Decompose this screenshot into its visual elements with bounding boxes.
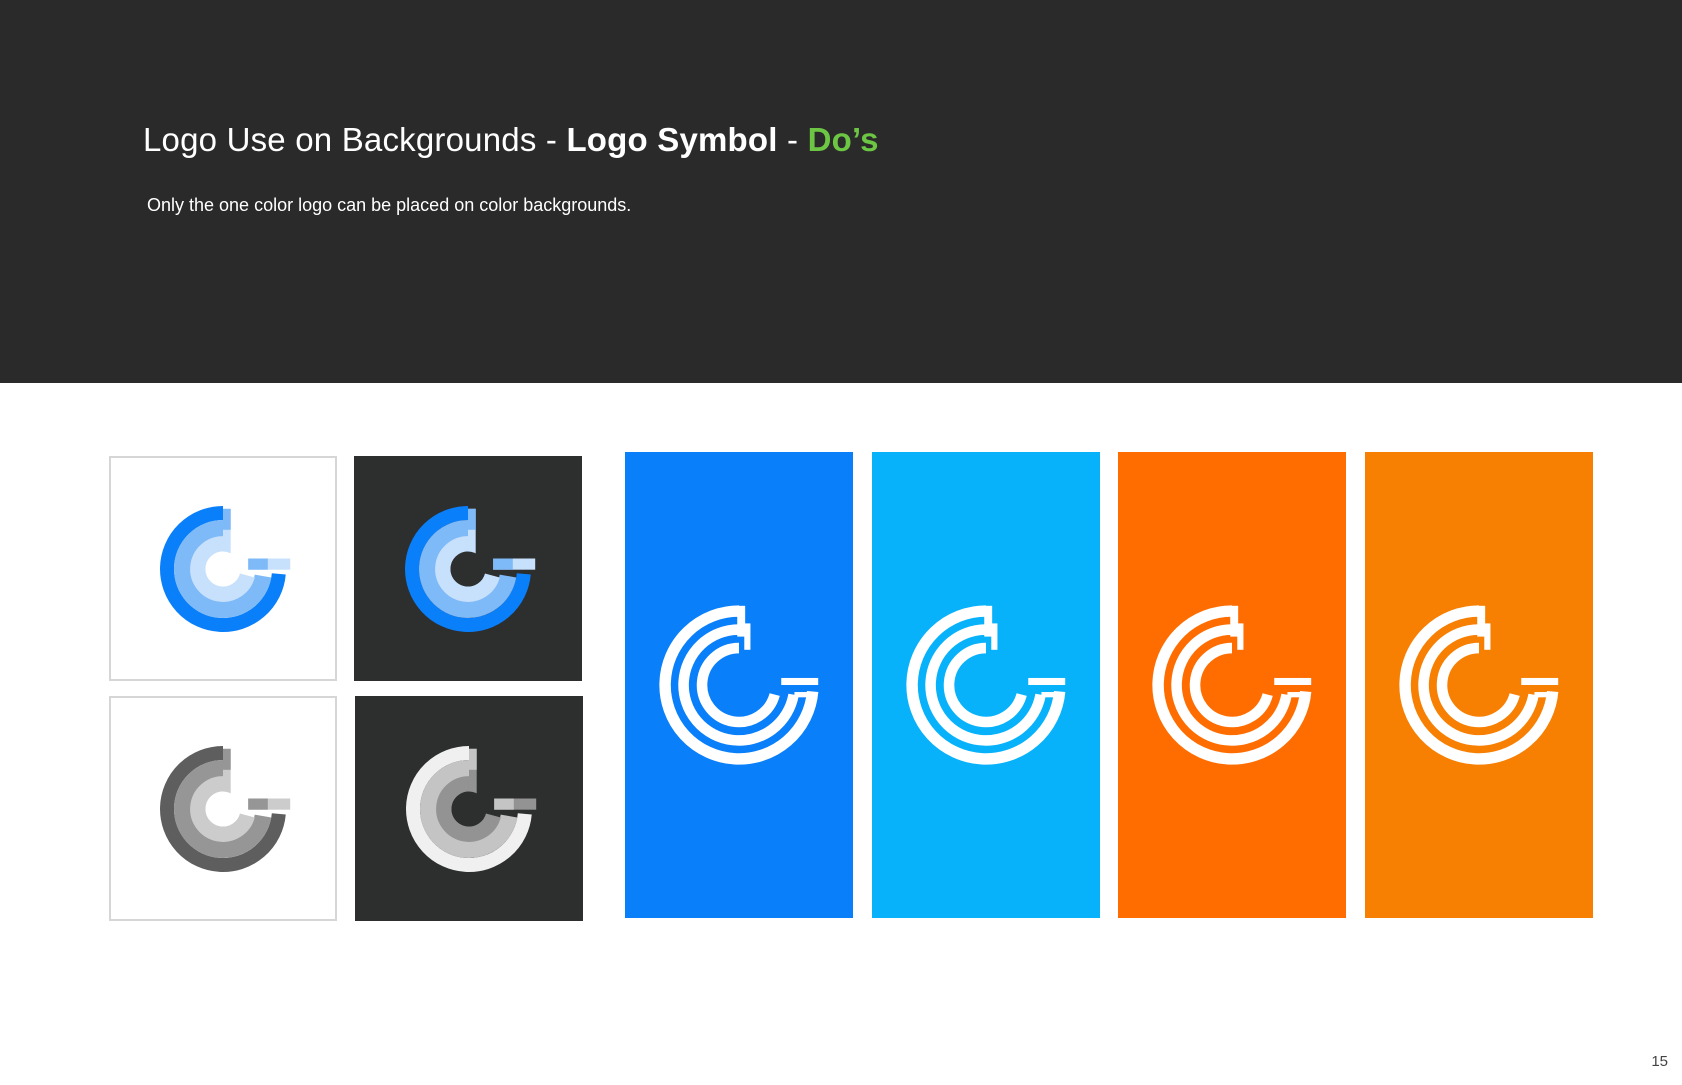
logo-symbol-icon xyxy=(160,745,291,872)
logo-symbol-icon xyxy=(406,745,537,872)
logo-symbol-icon xyxy=(906,605,1066,765)
page-number: 15 xyxy=(1651,1053,1668,1070)
page-title: Logo Use on Backgrounds - Logo Symbol - … xyxy=(143,121,879,159)
logo-symbol-icon xyxy=(160,505,291,632)
page-subtitle: Only the one color logo can be placed on… xyxy=(147,195,632,215)
tile-onecolor-on-orange xyxy=(1118,452,1346,918)
logo-symbol-icon xyxy=(405,505,536,632)
tile-fullcolor-on-dark xyxy=(354,456,582,681)
logo-symbol-icon xyxy=(659,605,819,765)
title-part-dos: Do’s xyxy=(807,121,879,158)
tile-grayscale-on-white xyxy=(109,696,337,921)
header-band: Logo Use on Backgrounds - Logo Symbol - … xyxy=(0,0,1682,383)
logo-symbol-icon xyxy=(1399,605,1559,765)
logo-symbol-icon xyxy=(1152,605,1312,765)
title-part-topic: Logo Use on Backgrounds - xyxy=(143,121,567,158)
tile-onecolor-on-light-orange xyxy=(1365,452,1593,918)
tile-grayscale-on-dark xyxy=(355,696,583,921)
tile-onecolor-on-blue xyxy=(625,452,853,918)
tile-onecolor-on-cyan xyxy=(872,452,1100,918)
title-part-symbol: Logo Symbol xyxy=(566,121,778,158)
title-separator: - xyxy=(777,121,808,158)
tile-fullcolor-on-white xyxy=(109,456,337,681)
